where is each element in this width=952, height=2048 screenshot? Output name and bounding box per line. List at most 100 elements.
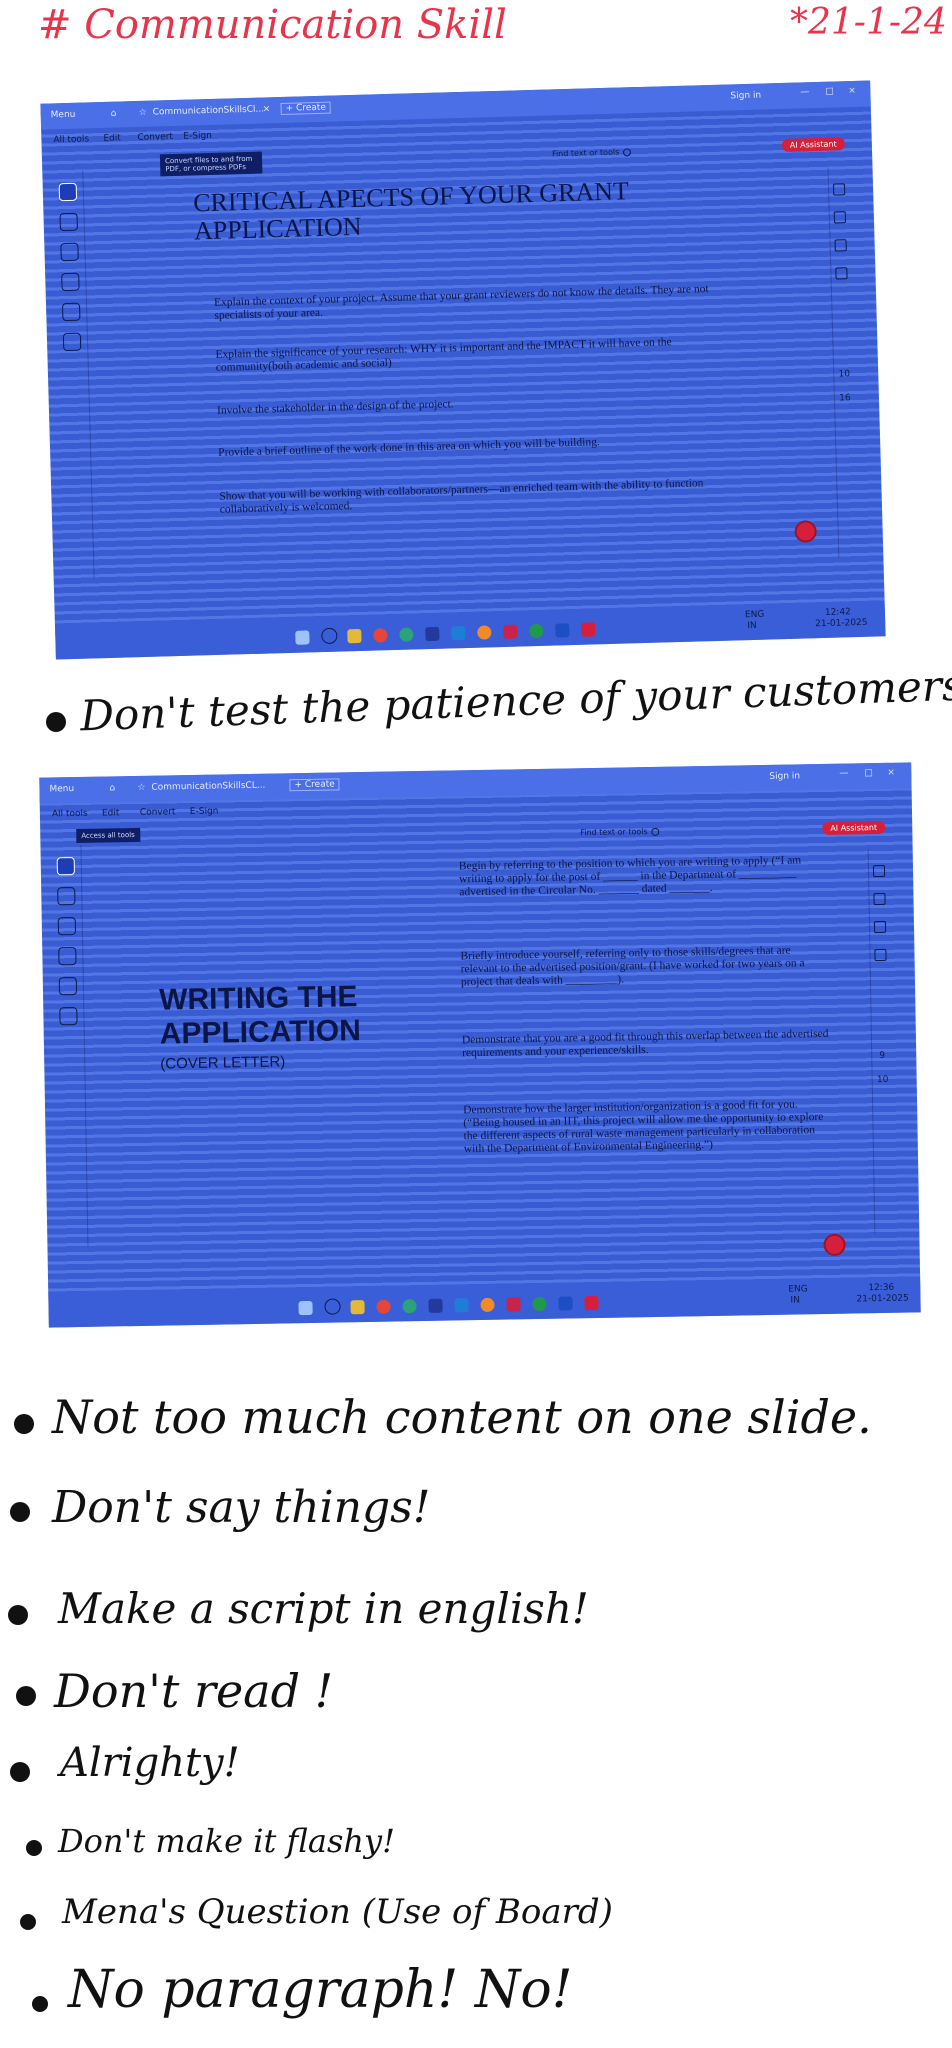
language-indicator[interactable]: ENG — [788, 1284, 808, 1294]
select-cursor-icon[interactable] — [56, 857, 75, 876]
pages-icon[interactable] — [874, 948, 887, 962]
mail-icon[interactable] — [503, 624, 518, 639]
sign-in-link[interactable]: Sign in — [769, 771, 800, 782]
ai-assistant-button[interactable]: AI Assistant — [781, 137, 845, 153]
taskbar-search-icon[interactable] — [324, 1298, 341, 1315]
stamp-icon[interactable] — [62, 332, 82, 352]
windows-start-icon[interactable] — [295, 630, 310, 645]
lasso-icon[interactable] — [58, 947, 77, 966]
star-icon[interactable]: ☆ — [139, 108, 147, 118]
note-bullet-8 — [20, 1914, 36, 1930]
acrobat-icon[interactable] — [584, 1295, 599, 1311]
create-button[interactable]: + Create — [289, 778, 340, 792]
home-icon[interactable]: ⌂ — [109, 783, 115, 793]
close-window-icon[interactable]: × — [887, 768, 895, 778]
menu-all-tools[interactable]: All tools — [52, 809, 88, 820]
slide-title-line-1: WRITING THE — [158, 980, 358, 1017]
note-bullet-7 — [26, 1840, 42, 1856]
bookmark-icon[interactable] — [873, 892, 886, 906]
maximize-icon[interactable]: □ — [864, 768, 873, 778]
pen-icon[interactable] — [60, 242, 79, 262]
create-button[interactable]: + Create — [280, 101, 332, 115]
bookmark-icon[interactable] — [833, 211, 847, 224]
comment-icon[interactable] — [832, 183, 846, 196]
find-tools-search[interactable]: Find text or tools — [580, 827, 660, 838]
note-bullet-4 — [8, 1605, 28, 1625]
teams-icon[interactable] — [529, 623, 544, 639]
slide-bullet-1: Begin by referring to the position to wh… — [458, 854, 802, 899]
all-tools-tooltip: Access all tools — [76, 827, 140, 844]
language-region: IN — [790, 1295, 800, 1306]
note-2: Not too much content on one slide. — [52, 1390, 872, 1444]
acrobat-icon[interactable] — [581, 622, 596, 637]
chrome-icon[interactable] — [376, 1299, 391, 1314]
taskbar-search-icon[interactable] — [321, 627, 338, 645]
note-6: Alrighty! — [60, 1740, 240, 1786]
slide-title-line-2: APPLICATION — [159, 1014, 362, 1051]
text-box-icon[interactable] — [58, 977, 78, 996]
search-icon — [651, 827, 660, 836]
attachment-icon[interactable] — [834, 239, 847, 252]
menu-esign[interactable]: E-Sign — [183, 131, 212, 142]
windows-start-icon[interactable] — [298, 1300, 313, 1316]
zoom-icon[interactable] — [59, 212, 78, 232]
page-number-current: 9 — [879, 1050, 886, 1062]
lasso-icon[interactable] — [61, 272, 80, 292]
comment-icon[interactable] — [872, 864, 886, 878]
pages-icon[interactable] — [835, 267, 848, 280]
stamp-icon[interactable] — [59, 1007, 78, 1026]
file-explorer-icon[interactable] — [350, 1300, 365, 1315]
menu-button[interactable]: Menu — [51, 110, 76, 121]
menu-convert[interactable]: Convert — [140, 807, 176, 818]
clock-time: 12:36 — [868, 1282, 895, 1294]
minimize-icon[interactable]: — — [800, 87, 809, 97]
find-tools-search[interactable]: Find text or tools — [552, 147, 632, 158]
menu-esign[interactable]: E-Sign — [190, 807, 219, 817]
sign-in-link[interactable]: Sign in — [730, 91, 761, 102]
store-icon[interactable] — [425, 626, 440, 642]
firefox-icon[interactable] — [480, 1297, 495, 1313]
slide-bullet-3: Involve the stakeholder in the design of… — [216, 398, 454, 417]
maximize-icon[interactable]: □ — [825, 87, 834, 97]
record-button[interactable] — [823, 1233, 846, 1257]
file-explorer-icon[interactable] — [347, 628, 362, 644]
menu-convert[interactable]: Convert — [137, 132, 173, 143]
vscode-icon[interactable] — [454, 1298, 469, 1313]
select-cursor-icon[interactable] — [58, 182, 78, 202]
attachment-icon[interactable] — [873, 920, 887, 934]
pen-icon[interactable] — [57, 917, 77, 936]
word-icon[interactable] — [555, 623, 570, 638]
vscode-icon[interactable] — [451, 626, 466, 641]
mail-icon[interactable] — [506, 1297, 521, 1312]
edge-icon[interactable] — [402, 1299, 417, 1314]
close-tab-icon[interactable]: × — [263, 104, 271, 114]
edge-icon[interactable] — [399, 627, 414, 642]
ai-assistant-button[interactable]: AI Assistant — [822, 820, 886, 835]
store-icon[interactable] — [428, 1298, 443, 1313]
home-icon[interactable]: ⌂ — [111, 109, 117, 119]
menu-edit[interactable]: Edit — [102, 808, 120, 818]
find-tools-label: Find text or tools — [580, 827, 648, 838]
menu-all-tools[interactable]: All tools — [53, 134, 89, 145]
language-region: IN — [747, 620, 757, 632]
firefox-icon[interactable] — [477, 625, 492, 640]
text-box-icon[interactable] — [61, 302, 81, 322]
windows-taskbar: ENG IN 12:42 21-01-2025 — [54, 600, 886, 660]
menu-button[interactable]: Menu — [49, 784, 74, 794]
document-tab[interactable]: CommunicationSkillsCL... — [151, 781, 265, 793]
page-date: *21-1-24 — [790, 2, 947, 43]
minimize-icon[interactable]: — — [839, 769, 848, 779]
page-title: # Communication Skill — [38, 2, 507, 48]
menu-edit[interactable]: Edit — [103, 133, 121, 143]
close-window-icon[interactable]: × — [848, 86, 856, 96]
star-icon[interactable]: ☆ — [137, 783, 145, 793]
slide-bullet-3: Demonstrate that you are a good fit thro… — [461, 1027, 829, 1060]
chrome-icon[interactable] — [373, 628, 388, 643]
word-icon[interactable] — [558, 1296, 573, 1311]
teams-icon[interactable] — [532, 1296, 547, 1312]
zoom-icon[interactable] — [57, 887, 76, 906]
slide-title: CRITICAL APECTS OF YOUR GRANT APPLICATIO… — [192, 176, 629, 246]
document-tab[interactable]: CommunicationSkillsCl... — [153, 104, 265, 117]
record-button[interactable] — [794, 520, 817, 543]
language-indicator[interactable]: ENG — [745, 610, 765, 621]
